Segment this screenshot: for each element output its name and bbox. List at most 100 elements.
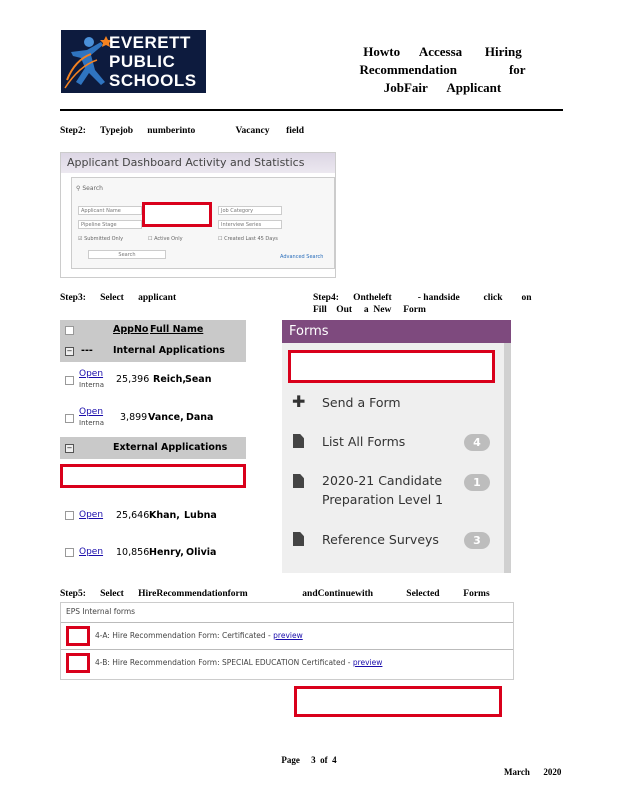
- preview-link[interactable]: preview: [353, 658, 383, 667]
- dashboard-header: Applicant Dashboard Activity and Statist…: [61, 153, 335, 173]
- form-row-title: 4-A: Hire Recommendation Form: Certifica…: [95, 631, 271, 640]
- collapse-icon[interactable]: −: [65, 347, 74, 356]
- count-badge: 4: [464, 434, 490, 451]
- created-last-checkbox[interactable]: ☐ Created Last 45 Days: [218, 236, 278, 242]
- form-row[interactable]: 4-A: Hire Recommendation Form: Certifica…: [61, 622, 513, 649]
- form-row[interactable]: 4-B: Hire Recommendation Form: SPECIAL E…: [61, 649, 513, 676]
- open-link[interactable]: Open: [79, 547, 103, 557]
- forms-header: Forms: [282, 320, 511, 343]
- internal-tag: Interna: [79, 381, 105, 389]
- title-line-2: Recommendation for: [359, 62, 526, 77]
- internal-group-row: − --- Internal Applications: [60, 340, 246, 362]
- appno-value: 25,396: [116, 374, 150, 385]
- everett-public-schools-logo: EVERETT PUBLIC SCHOOLS: [61, 30, 206, 93]
- step4-caption-line-1: Step4: Ontheleft - handside click on: [313, 293, 532, 303]
- count-badge: 1: [464, 474, 490, 491]
- plus-icon: ✚: [292, 392, 306, 411]
- form-checkbox-highlight[interactable]: [66, 653, 90, 673]
- interview-series-field[interactable]: Interview Series: [218, 220, 282, 229]
- eps-forms-title: EPS Internal forms: [66, 607, 136, 616]
- collapse-icon[interactable]: −: [65, 444, 74, 453]
- step5-caption: Step5: Select HireRecommendationform and…: [60, 589, 490, 599]
- reference-surveys-label: Reference Surveys: [322, 532, 439, 547]
- search-button[interactable]: Search: [88, 250, 166, 259]
- count-badge: 3: [464, 532, 490, 549]
- candidate-form-line-1: 2020-21 Candidate: [322, 473, 443, 488]
- col-fullname[interactable]: Full Name: [150, 324, 203, 335]
- list-all-forms-label: List All Forms: [322, 434, 406, 449]
- applicant-row[interactable]: Open Interna 25,396 Reich, Sean: [60, 362, 246, 398]
- footer-date: March 2020: [504, 767, 562, 777]
- logo-line-3: SCHOOLS: [109, 71, 197, 90]
- external-group-label: External Applications: [113, 442, 228, 453]
- last-name: Henry,: [149, 547, 184, 558]
- preview-link[interactable]: preview: [273, 631, 303, 640]
- last-name: Reich,: [153, 374, 187, 385]
- job-category-field[interactable]: Job Category: [218, 206, 282, 215]
- applicant-dashboard-screenshot: Applicant Dashboard Activity and Statist…: [60, 152, 336, 278]
- last-name: Vance,: [148, 412, 184, 423]
- pipeline-stage-field[interactable]: Pipeline Stage: [78, 220, 142, 229]
- document-icon: [293, 434, 304, 448]
- document-title: Howto Accessa Hiring Recommendation for …: [330, 43, 555, 97]
- first-name: Dana: [186, 412, 214, 423]
- advanced-search-link[interactable]: Advanced Search: [280, 254, 323, 260]
- search-label-text: Search: [82, 185, 103, 192]
- title-line-3: JobFair Applicant: [383, 80, 502, 95]
- applicant-table-header: AppNo Full Name: [60, 320, 246, 340]
- applicant-row[interactable]: Open 10,856 Henry, Olivia: [60, 538, 246, 568]
- document-icon: [293, 474, 304, 488]
- applicant-row[interactable]: Open 25,646 Khan, Lubna: [60, 500, 246, 530]
- applicant-list-screenshot: AppNo Full Name − --- Internal Applicati…: [60, 320, 246, 575]
- first-name: Sean: [185, 374, 212, 385]
- submitted-only-checkbox[interactable]: ☑ Submitted Only: [78, 236, 123, 242]
- open-link[interactable]: Open: [79, 407, 103, 417]
- title-line-1: Howto Accessa Hiring: [363, 44, 522, 59]
- appno-value: 10,856: [116, 547, 150, 558]
- forms-panel-screenshot: Forms ✚ Send a Form List All Forms 4 202…: [282, 320, 511, 573]
- forms-scrollbar[interactable]: [504, 343, 511, 573]
- row-checkbox[interactable]: [65, 376, 74, 385]
- row-checkbox[interactable]: [65, 511, 74, 520]
- applicant-name-field[interactable]: Applicant Name: [78, 206, 142, 215]
- first-name: Lubna: [184, 510, 217, 521]
- open-link[interactable]: Open: [79, 510, 103, 520]
- form-checkbox-highlight[interactable]: [66, 626, 90, 646]
- step2-caption: Step2: Typejob numberinto Vacancy field: [60, 126, 305, 136]
- external-group-row: − External Applications: [60, 437, 246, 459]
- list-all-forms-item[interactable]: List All Forms 4: [282, 432, 504, 456]
- candidate-form-item[interactable]: 2020-21 Candidate Preparation Level 1 1: [282, 472, 504, 512]
- reference-surveys-item[interactable]: Reference Surveys 3: [282, 530, 504, 554]
- send-form-item[interactable]: ✚ Send a Form: [282, 392, 504, 416]
- appno-value: 3,899: [120, 412, 148, 423]
- applicant-selection-highlight[interactable]: [60, 464, 246, 488]
- open-link[interactable]: Open: [79, 369, 103, 379]
- form-row-label: 4-B: Hire Recommendation Form: SPECIAL E…: [95, 658, 382, 667]
- form-row-title: 4-B: Hire Recommendation Form: SPECIAL E…: [95, 658, 351, 667]
- form-row-label: 4-A: Hire Recommendation Form: Certifica…: [95, 631, 303, 640]
- logo-line-2: PUBLIC: [109, 52, 176, 71]
- vacancy-field-highlight[interactable]: [142, 202, 212, 227]
- eps-forms-screenshot: EPS Internal forms 4-A: Hire Recommendat…: [60, 602, 514, 680]
- group-dashes: ---: [81, 345, 93, 356]
- first-name: Olivia: [186, 547, 217, 558]
- header-divider: [60, 109, 563, 111]
- applicant-row[interactable]: Open Interna 3,899 Vance, Dana: [60, 400, 246, 436]
- row-checkbox[interactable]: [65, 414, 74, 423]
- step3-caption: Step3: Select applicant: [60, 293, 177, 303]
- row-checkbox[interactable]: [65, 548, 74, 557]
- select-all-checkbox[interactable]: [65, 326, 74, 335]
- logo-line-1: EVERETT: [109, 33, 191, 52]
- col-appno[interactable]: AppNo: [113, 324, 148, 335]
- fill-out-new-form-highlight[interactable]: [288, 350, 495, 383]
- send-form-label: Send a Form: [322, 395, 401, 410]
- active-only-label: Active Only: [154, 236, 183, 242]
- document-icon: [293, 532, 304, 546]
- last-name: Khan,: [149, 510, 180, 521]
- submitted-only-label: Submitted Only: [84, 236, 124, 242]
- continue-with-selected-forms-highlight[interactable]: [294, 686, 502, 717]
- candidate-form-line-2: Preparation Level 1: [322, 492, 444, 507]
- internal-group-label: Internal Applications: [113, 345, 225, 356]
- search-label: ⚲ Search: [76, 185, 103, 192]
- active-only-checkbox[interactable]: ☐ Active Only: [148, 236, 183, 242]
